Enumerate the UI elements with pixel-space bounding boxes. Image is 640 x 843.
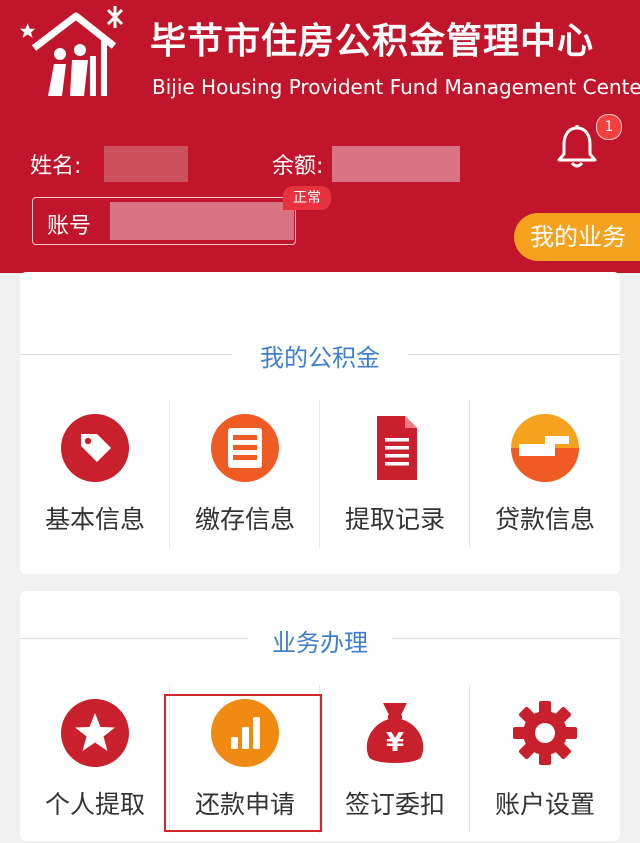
balance-label: 余额: [272, 154, 324, 179]
item-label: 个人提取 [44, 790, 145, 819]
section-title-my-fund: 我的公积金 [260, 344, 380, 372]
basic-info-item[interactable]: 基本信息 [20, 414, 170, 536]
highlight-frame [164, 694, 322, 832]
section-title-business: 业务办理 [272, 629, 368, 657]
deposit-info-item[interactable]: 缴存信息 [170, 414, 320, 536]
center-title-chinese: 毕节市住房公积金管理中心 [150, 21, 595, 62]
header-banner: 毕节市住房公积金管理中心 Bijie Housing Provident Fun… [0, 0, 640, 273]
account-status-badge: 正常 [283, 186, 331, 210]
withdrawal-record-item[interactable]: 提取记录 [320, 414, 470, 536]
bell-icon[interactable] [556, 124, 598, 168]
tag-icon [61, 414, 129, 482]
gear-icon [513, 701, 577, 765]
center-title-english: Bijie Housing Provident Fund Management … [152, 75, 640, 99]
account-label: 账号 [47, 214, 92, 239]
document-list-icon [211, 414, 279, 482]
item-label: 账户设置 [494, 790, 595, 819]
house-family-logo-icon [19, 6, 124, 96]
personal-withdrawal-item[interactable]: 个人提取 [20, 699, 170, 821]
name-value-redacted [104, 146, 188, 182]
account-settings-item[interactable]: 账户设置 [470, 699, 620, 821]
loan-info-item[interactable]: 贷款信息 [470, 414, 620, 536]
my-fund-card: 我的公积金 基本信息 缴存信息 提取记录 贷款信息 [20, 272, 620, 574]
my-business-button[interactable]: 我的业务 [514, 213, 640, 261]
item-label: 签订委扣 [344, 790, 445, 819]
loan-icon [511, 414, 579, 482]
svg-text:¥: ¥ [386, 728, 404, 758]
star-icon [61, 699, 129, 767]
item-label: 提取记录 [344, 505, 445, 534]
account-value-redacted [110, 202, 294, 240]
sign-auto-debit-item[interactable]: ¥ 签订委扣 [320, 699, 470, 821]
name-label: 姓名: [30, 154, 82, 179]
item-label: 贷款信息 [494, 505, 595, 534]
money-bag-icon: ¥ [366, 703, 424, 763]
balance-value-redacted [332, 146, 460, 182]
item-label: 基本信息 [44, 505, 145, 534]
item-label: 缴存信息 [194, 505, 295, 534]
notification-count-badge: 1 [596, 114, 622, 140]
file-icon [377, 416, 417, 480]
